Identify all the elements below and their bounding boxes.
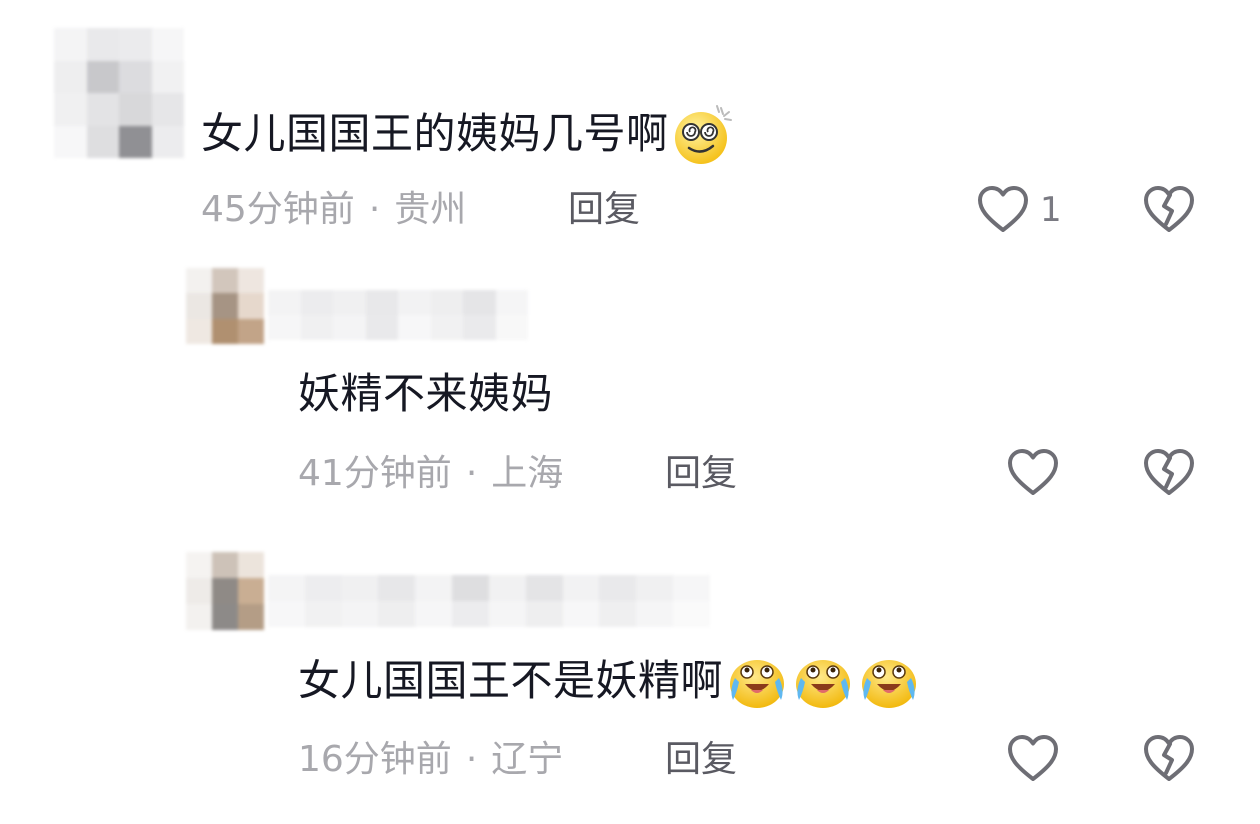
meta-separator: · [465, 739, 478, 780]
comment-location: 贵州 [394, 189, 467, 230]
reply-button[interactable]: 回复 [665, 738, 737, 782]
broken-heart-icon [1144, 735, 1194, 781]
heart-outline-icon [978, 186, 1028, 232]
avatar[interactable] [186, 552, 264, 630]
comment-location: 辽宁 [491, 739, 564, 780]
reply-button[interactable]: 回复 [665, 452, 737, 496]
comment-location: 上海 [491, 453, 564, 494]
like-count: 1 [1040, 190, 1062, 230]
comment-text: 妖精不来姨妈 [298, 368, 553, 420]
comment-time: 16分钟前 [298, 739, 452, 780]
comment-text: 女儿国国王的姨妈几号啊 [201, 102, 735, 166]
avatar[interactable] [54, 28, 184, 158]
comment-meta: 41分钟前 · 上海 [298, 452, 563, 496]
comment-text: 女儿国国王不是妖精啊 [298, 652, 921, 710]
comment-time: 45分钟前 [201, 189, 355, 230]
dizzy-smile-emoji [671, 102, 735, 166]
like-button[interactable] [1006, 447, 1060, 499]
dislike-button[interactable] [1142, 447, 1196, 499]
broken-heart-icon [1144, 449, 1194, 495]
comment-time: 41分钟前 [298, 453, 452, 494]
reply-button[interactable]: 回复 [568, 188, 640, 232]
comment-body: 女儿国国王不是妖精啊 [298, 656, 724, 705]
comment-meta: 16分钟前 · 辽宁 [298, 738, 563, 782]
dislike-button[interactable] [1142, 184, 1196, 236]
username[interactable] [268, 575, 710, 627]
heart-outline-icon [1008, 449, 1058, 495]
comment-body: 女儿国国王的姨妈几号啊 [201, 109, 669, 158]
crying-laugh-emoji [791, 652, 855, 710]
comment-body: 妖精不来姨妈 [298, 369, 554, 418]
crying-laugh-emoji [725, 652, 789, 710]
meta-separator: · [368, 189, 381, 230]
broken-heart-icon [1144, 186, 1194, 232]
like-button[interactable] [976, 184, 1030, 236]
heart-outline-icon [1008, 735, 1058, 781]
username[interactable] [268, 290, 528, 340]
avatar[interactable] [186, 268, 264, 344]
crying-laugh-emoji [857, 652, 921, 710]
comment-meta: 45分钟前 · 贵州 [201, 188, 466, 232]
meta-separator: · [465, 453, 478, 494]
dislike-button[interactable] [1142, 733, 1196, 785]
like-button[interactable] [1006, 733, 1060, 785]
